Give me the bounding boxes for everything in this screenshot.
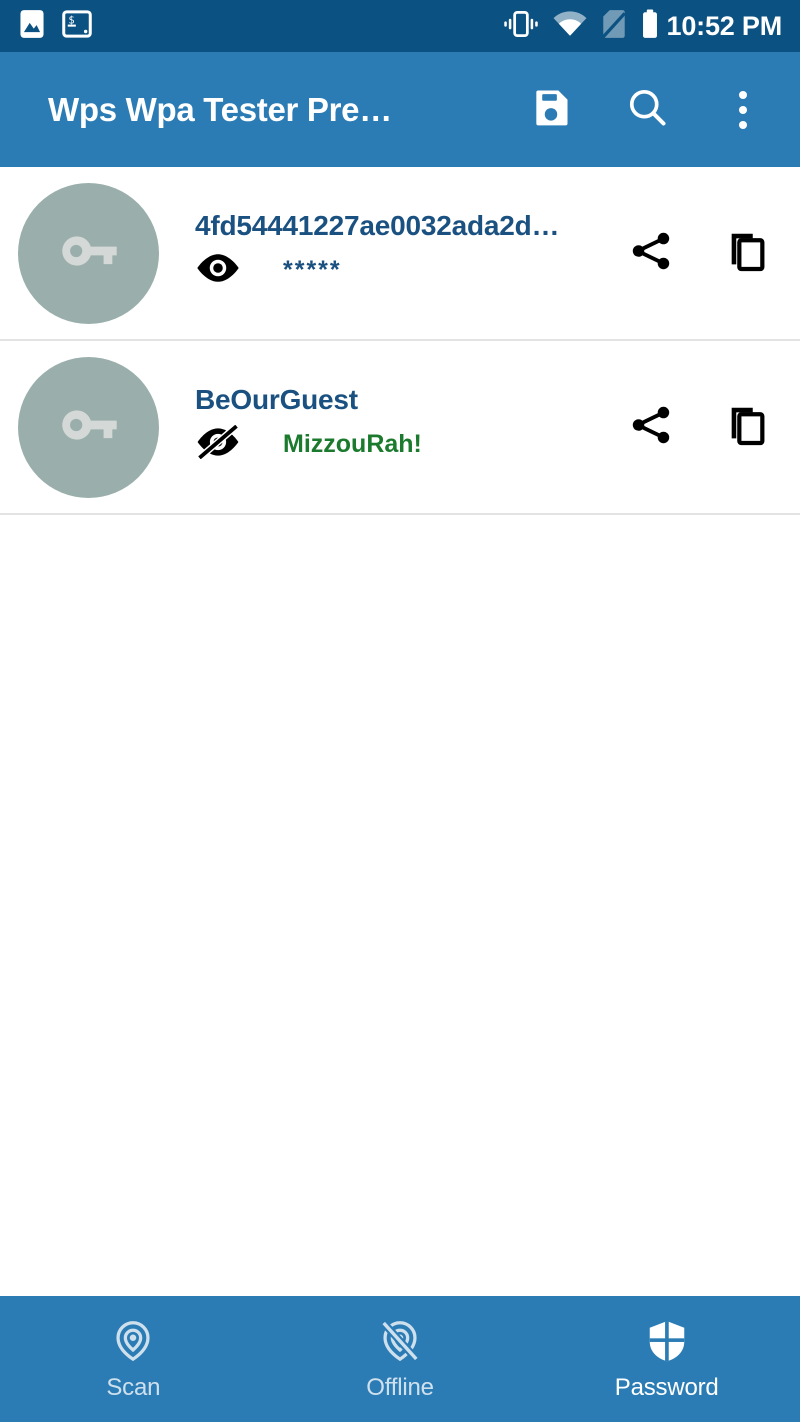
key-icon <box>54 390 124 465</box>
no-sim-icon <box>601 9 627 44</box>
copy-icon <box>724 228 770 279</box>
search-icon <box>625 85 669 134</box>
toggle-password-visibility-button[interactable] <box>195 422 245 466</box>
save-button[interactable] <box>528 87 574 133</box>
copy-icon <box>724 402 770 453</box>
save-icon <box>529 85 573 134</box>
eye-off-icon <box>195 423 241 464</box>
image-icon <box>18 9 46 44</box>
key-icon <box>54 216 124 291</box>
share-icon <box>628 402 674 453</box>
more-vertical-icon <box>739 120 747 129</box>
avatar <box>18 182 159 324</box>
nav-item-scan[interactable]: Scan <box>0 1296 267 1422</box>
nav-label-offline: Offline <box>366 1374 434 1401</box>
row-actions <box>614 226 774 280</box>
app-bar: Wps Wpa Tester Pre… <box>0 52 800 167</box>
copy-button[interactable] <box>720 400 774 454</box>
network-ssid: 4fd54441227ae0032ada2d… <box>195 210 560 241</box>
nav-item-offline[interactable]: Offline <box>267 1296 534 1422</box>
nav-item-password[interactable]: Password <box>533 1296 800 1422</box>
row-content: BeOurGuest MizzouRah! <box>159 385 614 470</box>
shield-icon <box>644 1316 690 1366</box>
battery-icon <box>641 9 659 44</box>
overflow-menu-button[interactable] <box>720 87 766 133</box>
scan-signal-icon <box>110 1316 156 1366</box>
status-notification-icons: $ <box>18 9 92 44</box>
toggle-password-visibility-button[interactable] <box>195 248 245 292</box>
password-line: MizzouRah! <box>195 419 614 469</box>
status-clock: 10:52 PM <box>666 10 783 41</box>
search-button[interactable] <box>624 87 670 133</box>
more-vertical-icon <box>739 90 747 99</box>
row-actions <box>614 400 774 454</box>
password-value: ***** <box>283 255 342 284</box>
avatar <box>18 356 159 498</box>
signal-off-icon <box>377 1316 423 1366</box>
nav-label-scan: Scan <box>106 1374 161 1401</box>
status-system-icons <box>503 9 659 44</box>
more-vertical-icon <box>739 105 747 114</box>
nav-label-password: Password <box>614 1374 719 1401</box>
password-line: ***** <box>195 245 614 295</box>
password-list: 4fd54441227ae0032ada2d… ***** BeOurGuest… <box>0 167 800 515</box>
vibrate-icon <box>503 9 539 44</box>
app-bar-actions <box>528 87 766 133</box>
status-bar: $ 10:52 PM <box>0 0 800 52</box>
share-button[interactable] <box>624 400 678 454</box>
table-row[interactable]: 4fd54441227ae0032ada2d… ***** <box>0 167 800 341</box>
wifi-icon <box>553 10 587 43</box>
network-ssid: BeOurGuest <box>195 384 358 415</box>
row-content: 4fd54441227ae0032ada2d… ***** <box>159 211 614 296</box>
terminal-icon: $ <box>62 9 92 44</box>
share-icon <box>628 228 674 279</box>
table-row[interactable]: BeOurGuest MizzouRah! <box>0 341 800 515</box>
password-value: MizzouRah! <box>283 429 422 458</box>
share-button[interactable] <box>624 226 678 280</box>
bottom-navigation: Scan Offline Password <box>0 1296 800 1422</box>
app-title: Wps Wpa Tester Pre… <box>48 90 392 128</box>
copy-button[interactable] <box>720 226 774 280</box>
eye-icon <box>195 252 241 289</box>
